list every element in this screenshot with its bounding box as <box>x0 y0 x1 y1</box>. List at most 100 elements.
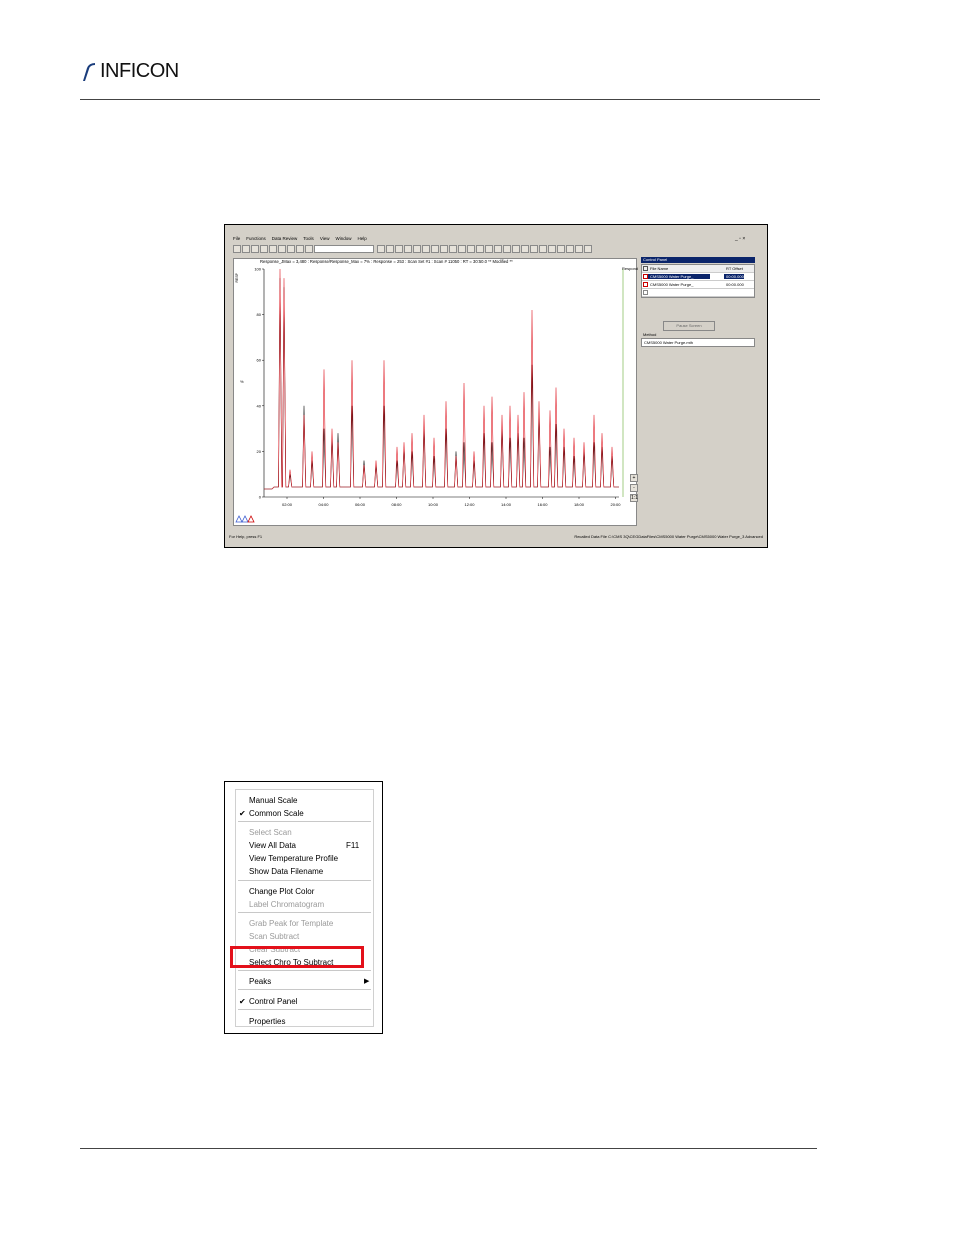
toolbar-button[interactable] <box>530 245 538 253</box>
toolbar-button[interactable] <box>458 245 466 253</box>
chromatogram-svg: 100 80 60 40 20 0% RESP 02:00 04:00 06:00 08:00 10:… <box>235 267 624 507</box>
toolbar-button[interactable] <box>422 245 430 253</box>
menu-tools[interactable]: Tools <box>303 236 314 241</box>
method-field[interactable]: CMS5000 Water Purge.mth <box>641 338 755 347</box>
toolbar-button[interactable] <box>269 245 277 253</box>
toolbar-button[interactable] <box>503 245 511 253</box>
context-menu-screenshot: Manual Scale ✔ Common Scale Select Scan View… <box>224 781 383 1034</box>
control-panel-grid: File Name RT Offset CMS5000 Water Purge_… <box>641 264 755 298</box>
menu-item-control-panel[interactable]: ✔ Control Panel <box>236 996 373 1008</box>
toolbar-button[interactable] <box>476 245 484 253</box>
menu-item-scan-subtract: Scan Subtract <box>236 931 373 943</box>
status-help: For Help, press F1 <box>229 533 263 539</box>
menu-data-review[interactable]: Data Review <box>272 236 298 241</box>
method-label: Method <box>643 332 657 337</box>
menu-item-label: Change Plot Color <box>249 887 315 896</box>
menu-item-label: View Temperature Profile <box>249 854 339 863</box>
menu-item-change-plot-color[interactable]: Change Plot Color <box>236 886 373 898</box>
toolbar-button[interactable] <box>287 245 295 253</box>
chromatogram-plot[interactable]: 100 80 60 40 20 0% RESP 02:00 04:00 06:00 08:00 10:… <box>233 258 637 526</box>
toolbar-button[interactable] <box>467 245 475 253</box>
toolbar-button[interactable] <box>251 245 259 253</box>
zoom-out-button[interactable]: - <box>630 484 638 492</box>
y-axis-label: RESP <box>235 272 239 282</box>
menu-file[interactable]: File <box>233 236 240 241</box>
toolbar-button[interactable] <box>557 245 565 253</box>
toolbar-button[interactable] <box>296 245 304 253</box>
y-tick-label: 100 <box>254 267 261 272</box>
toolbar-button[interactable] <box>404 245 412 253</box>
menu-item-select-scan: Select Scan <box>236 827 373 839</box>
toolbar-button[interactable] <box>377 245 385 253</box>
menu-item-view-temperature-profile[interactable]: View Temperature Profile <box>236 853 373 865</box>
toolbar-button[interactable] <box>395 245 403 253</box>
file-name: CMS5000 Water Purge_ <box>650 282 694 287</box>
menu-item-label: Control Panel <box>249 997 298 1006</box>
x-tick-label: 18:00 <box>574 502 585 507</box>
menu-item-label: Show Data Filename <box>249 867 324 876</box>
toolbar-button[interactable] <box>386 245 394 253</box>
zoom-reset-button[interactable]: 1:1 <box>630 494 638 502</box>
toolbar-button[interactable] <box>575 245 583 253</box>
toolbar-button[interactable] <box>233 245 241 253</box>
x-tick-label: 16:00 <box>537 502 548 507</box>
menu-item-common-scale[interactable]: ✔ Common Scale <box>236 808 373 820</box>
toolbar-button[interactable] <box>548 245 556 253</box>
menu-item-label: Select Scan <box>249 828 292 837</box>
toolbar-button[interactable] <box>494 245 502 253</box>
plot-markers <box>235 515 255 523</box>
menu-item-label: Grab Peak for Template <box>249 919 334 928</box>
menu-separator <box>238 989 371 990</box>
menu-separator <box>238 880 371 881</box>
control-panel: Control Panel File Name RT Offset CMS500… <box>641 255 759 527</box>
toolbar-button[interactable] <box>242 245 250 253</box>
menu-item-properties[interactable]: Properties <box>236 1016 373 1028</box>
menu-window[interactable]: Window <box>336 236 352 241</box>
plot-header: Response_JMax = 3,480 : Response/Respons… <box>260 259 513 264</box>
file-row[interactable]: CMS5000 Water Purge_ 00:00.000 <box>642 273 754 281</box>
pause-screen-button[interactable]: Pause Screen <box>663 321 715 331</box>
toolbar-dropdown[interactable] <box>314 245 374 253</box>
menu-functions[interactable]: Functions <box>246 236 266 241</box>
toolbar-button[interactable] <box>278 245 286 253</box>
menu-item-peaks[interactable]: Peaks ▶ <box>236 976 373 988</box>
window-controls[interactable]: _ ▫ × <box>735 236 745 242</box>
toolbar-button[interactable] <box>440 245 448 253</box>
x-tick-label: 08:00 <box>391 502 402 507</box>
menu-item-label: Manual Scale <box>249 796 298 805</box>
menu-separator <box>238 821 371 822</box>
toolbar-button[interactable] <box>539 245 547 253</box>
toolbar-button[interactable] <box>566 245 574 253</box>
y-unit-label: % <box>240 379 244 384</box>
toolbar-button[interactable] <box>305 245 313 253</box>
zoom-in-button[interactable]: + <box>630 474 638 482</box>
file-checkbox[interactable] <box>643 290 648 295</box>
file-row[interactable]: CMS5000 Water Purge_ 00:00.000 <box>642 281 754 289</box>
rt-offset[interactable]: 00:00.000 <box>724 274 744 279</box>
menu-item-label: Peaks <box>249 977 272 986</box>
menu-item-manual-scale[interactable]: Manual Scale <box>236 795 373 807</box>
status-file: Recalled Data File C:\CMS 3Q\CEGDataFile… <box>574 533 763 539</box>
control-panel-title: Control Panel <box>641 257 755 263</box>
toolbar-button[interactable] <box>431 245 439 253</box>
menu-item-view-all-data[interactable]: View All Data F11 <box>236 840 373 852</box>
toolbar-button[interactable] <box>413 245 421 253</box>
rt-offset[interactable]: 00:00.000 <box>724 282 744 287</box>
menu-item-label: View All Data <box>249 841 296 850</box>
toolbar-button[interactable] <box>485 245 493 253</box>
menu-item-grab-peak-for-template: Grab Peak for Template <box>236 918 373 930</box>
menu-help[interactable]: Help <box>358 236 367 241</box>
menu-view[interactable]: View <box>320 236 330 241</box>
toolbar-button[interactable] <box>449 245 457 253</box>
empty-row[interactable] <box>642 289 754 297</box>
toolbar-button[interactable] <box>521 245 529 253</box>
menu-item-show-data-filename[interactable]: Show Data Filename <box>236 866 373 878</box>
menu-item-label: Properties <box>249 1017 286 1026</box>
toolbar-button[interactable] <box>584 245 592 253</box>
toolbar-button[interactable] <box>260 245 268 253</box>
x-tick-label: 20:00 <box>610 502 621 507</box>
x-tick-label: 02:00 <box>282 502 293 507</box>
toolbar-button[interactable] <box>512 245 520 253</box>
check-icon: ✔ <box>239 997 246 1006</box>
col-file-name: File Name <box>650 266 669 271</box>
